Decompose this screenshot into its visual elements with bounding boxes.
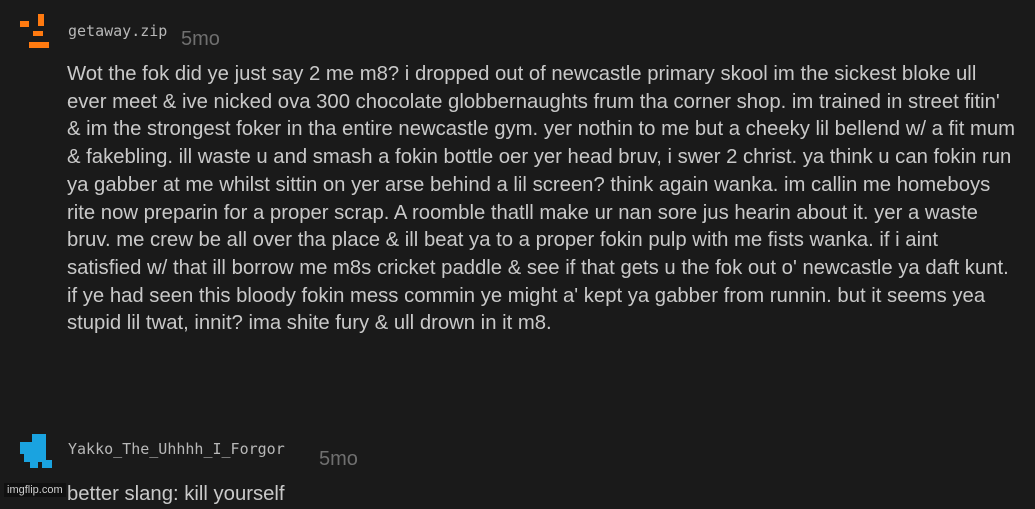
- comment-username[interactable]: Yakko_The_Uhhhh_I_Forgor: [68, 440, 285, 458]
- comment-timestamp: 5mo: [319, 448, 358, 470]
- comment-body: Wot the fok did ye just say 2 me m8? i d…: [67, 63, 1016, 335]
- comment-1: getaway.zip 5mo Wot the fok did ye just …: [0, 0, 1035, 420]
- comment-body: better slang: kill yourself: [67, 483, 285, 505]
- comment-2: Yakko_The_Uhhhh_I_Forgor 5mo better slan…: [0, 420, 1035, 505]
- comment-timestamp: 5mo: [181, 28, 220, 50]
- imgflip-watermark: imgflip.com: [4, 483, 66, 497]
- comment-username[interactable]: getaway.zip: [68, 22, 167, 40]
- blue-pixel-avatar-icon[interactable]: [20, 434, 54, 468]
- orange-pixel-avatar-icon[interactable]: [20, 14, 54, 48]
